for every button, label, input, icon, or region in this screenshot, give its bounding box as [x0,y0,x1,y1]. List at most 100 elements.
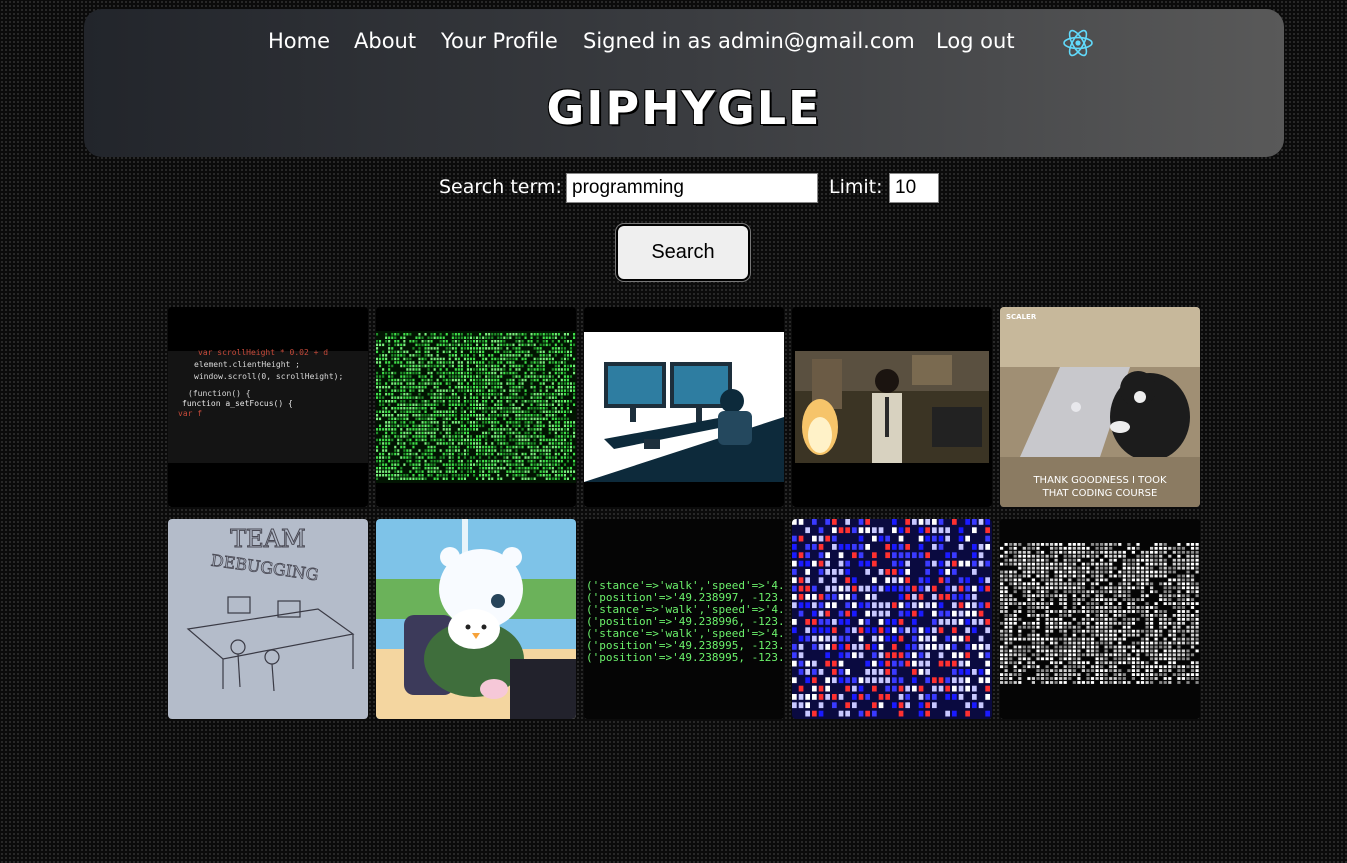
texture-glyph [1077,621,1081,625]
texture-glyph [932,602,937,609]
texture-glyph [1181,677,1185,680]
texture-glyph [1054,649,1058,653]
gif-result-team-debugging[interactable]: TEAM DEBUGGING [168,519,368,719]
texture-glyph [1154,673,1158,676]
texture-glyph [406,474,409,477]
texture-glyph [1068,570,1072,574]
texture-glyph [521,382,524,385]
texture-glyph [460,459,463,463]
texture-glyph [394,449,397,452]
texture-glyph [1172,657,1176,661]
texture-glyph [451,375,454,378]
texture-glyph [1113,594,1117,598]
texture-glyph [818,685,824,692]
texture-glyph [421,382,424,385]
texture-glyph [527,417,530,421]
texture-glyph [1050,562,1054,566]
gif-result-terminal-output[interactable]: ('stance'=>'walk','speed'=>'4.3 ('positi… [584,519,784,719]
texture-glyph [409,368,412,371]
texture-glyph [852,602,857,609]
texture-glyph [530,442,533,445]
texture-glyph [1072,673,1076,676]
texture-glyph [1190,590,1195,594]
texture-glyph [524,466,527,470]
texture-glyph [418,357,421,361]
texture-glyph [1031,546,1035,550]
texture-glyph [391,414,394,417]
texture-glyph [792,627,797,634]
texture-glyph [932,685,937,692]
texture-glyph [1059,586,1063,590]
texture-glyph [463,463,466,466]
texture-glyph [415,396,418,399]
texture-glyph [1190,645,1195,649]
texture-glyph [858,635,864,642]
texture-glyph [506,470,509,473]
texture-glyph [430,354,433,357]
texture-glyph [466,442,469,445]
texture-glyph [1081,562,1085,566]
texture-glyph [530,354,533,357]
texture-glyph [938,644,944,650]
nav-logout-link[interactable]: Log out [936,29,1015,53]
texture-glyph [912,627,917,634]
nav-home-link[interactable]: Home [268,29,330,53]
texture-glyph [491,364,494,368]
texture-glyph [1004,661,1008,665]
texture-glyph [1163,657,1167,661]
gif-result-coding-cat[interactable]: SCALER THANK GOODNESS I TOOK THAT CODING… [1000,307,1200,507]
limit-input[interactable] [889,173,939,203]
texture-glyph [533,428,536,431]
texture-glyph [494,375,497,378]
texture-glyph [391,333,394,336]
gif-result-green-matrix[interactable] [376,307,576,507]
texture-glyph [1063,653,1067,657]
gif-result-blue-binary[interactable] [792,519,992,719]
texture-glyph [554,354,557,357]
texture-glyph [1040,677,1045,680]
gif-result-code-editor[interactable]: var scrollHeight * 0.02 + d element.clie… [168,307,368,507]
texture-glyph [463,474,466,477]
texture-glyph [376,456,379,459]
texture-glyph [503,340,506,343]
search-term-input[interactable] [566,173,818,203]
texture-glyph [518,378,521,382]
gif-result-developer-desk[interactable] [584,307,784,507]
texture-glyph [858,602,864,609]
gif-result-office-fire[interactable] [792,307,992,507]
texture-glyph [892,585,897,592]
nav-about-link[interactable]: About [354,29,416,53]
gif-result-white-code-rain[interactable] [1000,519,1200,719]
gif-result-polar-bear[interactable] [376,519,576,719]
texture-glyph [518,347,521,350]
texture-glyph [409,463,412,466]
texture-glyph [427,378,430,382]
texture-glyph [485,396,488,399]
texture-glyph [1063,574,1067,578]
texture-glyph [1186,562,1190,566]
texture-glyph [925,552,930,559]
texture-glyph [1000,673,1004,676]
texture-glyph [1013,550,1017,554]
texture-glyph [400,428,403,431]
texture-glyph [545,407,548,410]
texture-glyph [457,382,460,385]
texture-glyph [542,378,545,382]
texture-glyph [1159,673,1163,676]
search-button[interactable]: Search [616,224,750,281]
texture-glyph [1131,550,1135,554]
texture-glyph [445,382,448,385]
texture-glyph [554,421,557,424]
texture-glyph [460,410,463,413]
nav-profile-link[interactable]: Your Profile [441,29,558,53]
texture-glyph [412,435,415,438]
texture-glyph [1059,677,1063,680]
texture-glyph [412,424,415,428]
texture-glyph [500,466,503,470]
texture-glyph [1150,570,1154,574]
texture-glyph [518,343,521,347]
texture-glyph [1145,629,1149,633]
texture-glyph [412,466,415,470]
texture-glyph [1022,665,1026,669]
texture-glyph [1195,570,1199,574]
